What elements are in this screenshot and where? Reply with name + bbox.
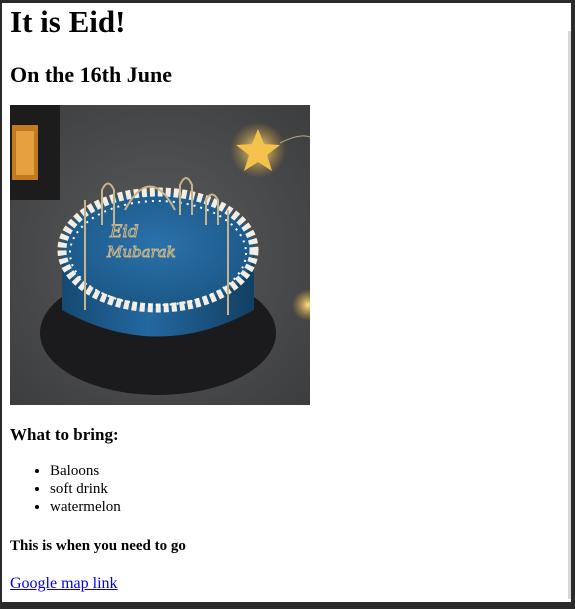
google-map-link[interactable]: Google map link — [10, 575, 118, 593]
page-title: It is Eid! — [10, 4, 126, 39]
scrollbar-thumb[interactable] — [568, 31, 571, 599]
cake-text-mubarak: Mubarak — [106, 243, 176, 261]
cake-text-eid: Eid — [109, 222, 139, 242]
bring-list-item: soft drink — [50, 480, 560, 498]
bring-list: Baloons soft drink watermelon — [10, 462, 560, 516]
when-heading: This is when you need to go — [10, 538, 186, 554]
eid-cake-image: Eid Mubarak — [10, 105, 310, 405]
vertical-scrollbar[interactable] — [567, 3, 571, 602]
page-content: It is Eid! On the 16th June Eid Mubarak … — [10, 3, 560, 593]
bring-list-item: watermelon — [50, 498, 560, 516]
bring-heading: What to bring: — [10, 425, 119, 444]
date-heading: On the 16th June — [10, 62, 172, 87]
browser-viewport: It is Eid! On the 16th June Eid Mubarak … — [2, 3, 571, 602]
bring-list-item: Baloons — [50, 462, 560, 480]
